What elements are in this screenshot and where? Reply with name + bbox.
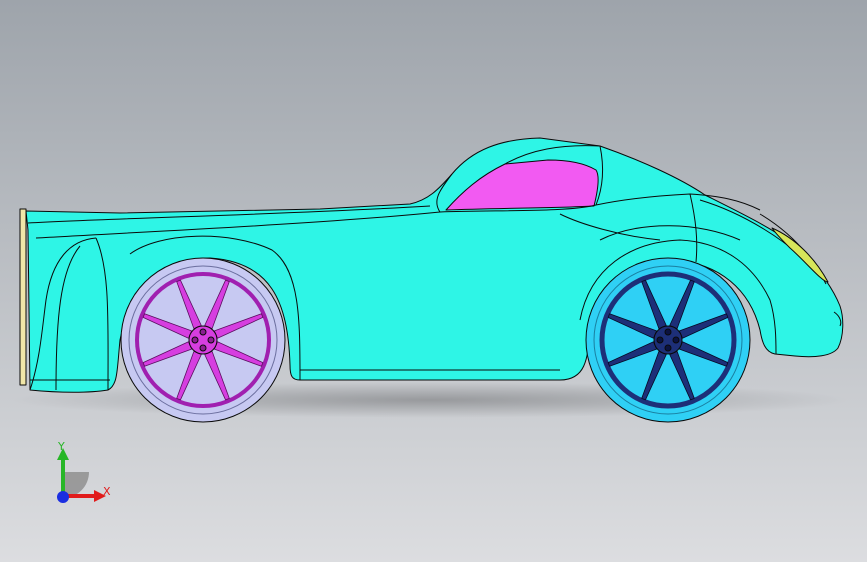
model-view[interactable]	[0, 0, 867, 562]
reference-triad: Y X	[40, 436, 120, 512]
rear-trim-plate	[19, 208, 27, 386]
triad-axes	[57, 448, 106, 503]
graphics-viewport[interactable]: Y X	[0, 0, 867, 562]
x-axis-label: X	[103, 485, 111, 498]
z-axis-dot-icon	[57, 491, 69, 503]
y-axis-label: Y	[58, 440, 65, 453]
rear-left-wheel[interactable]	[120, 257, 286, 423]
front-right-wheel[interactable]	[585, 257, 751, 423]
